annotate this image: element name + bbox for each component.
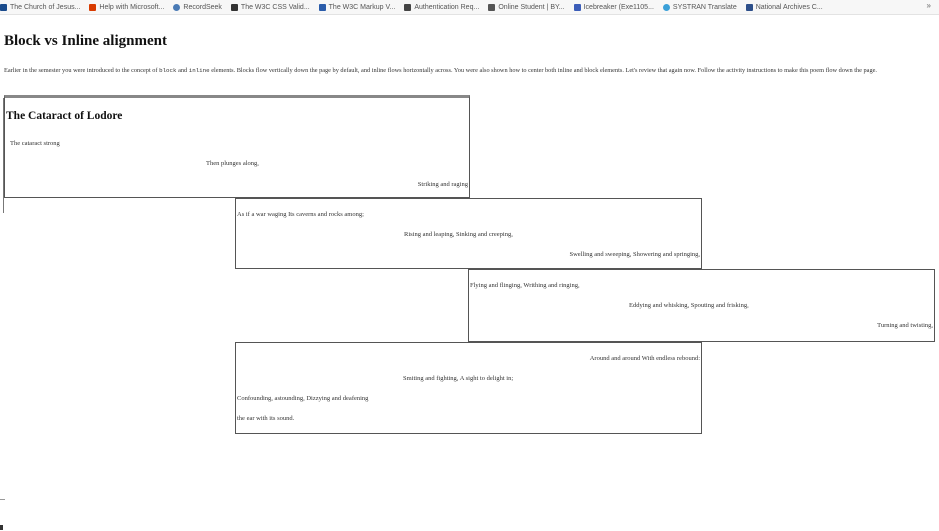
poem-line: Around and around With endless rebound: bbox=[589, 355, 700, 362]
poem-line: Confounding, astounding, Dizzying and de… bbox=[237, 395, 369, 402]
divider bbox=[0, 499, 5, 500]
poem-stanza-2: As if a war waging Its caverns and rocks… bbox=[235, 198, 702, 269]
poem-line: The cataract strong bbox=[10, 140, 60, 147]
intro-text-3: elements. Blocks flow vertically down th… bbox=[209, 67, 877, 74]
more-bookmarks-icon[interactable]: » bbox=[927, 1, 931, 10]
bookmark-authentication[interactable]: Authentication Req... bbox=[404, 3, 479, 11]
page-icon bbox=[404, 3, 412, 11]
poem-stanza-3: Flying and flinging, Writhing and ringin… bbox=[468, 269, 935, 342]
code-block: block bbox=[159, 67, 177, 74]
intro-text-2: and bbox=[176, 67, 189, 74]
poem-line: Swelling and sweeping, Showering and spr… bbox=[569, 251, 700, 258]
w3c-markup-icon bbox=[318, 3, 326, 11]
poem-line: Flying and flinging, Writhing and ringin… bbox=[470, 282, 580, 289]
poem-stanza-4: Around and around With endless rebound: … bbox=[235, 342, 702, 434]
bookmark-microsoft[interactable]: Help with Microsoft... bbox=[89, 3, 164, 11]
bookmark-icebreaker[interactable]: Icebreaker (Exe1105... bbox=[573, 3, 654, 11]
corner-marker bbox=[0, 525, 3, 530]
poem-line: As if a war waging Its caverns and rocks… bbox=[237, 211, 364, 218]
globe-icon bbox=[173, 3, 181, 11]
bookmark-w3c-css[interactable]: The W3C CSS Valid... bbox=[230, 3, 310, 11]
church-icon bbox=[0, 3, 7, 11]
poem-line: Turning and twisting, bbox=[877, 322, 933, 329]
poem-line: the ear with its sound. bbox=[237, 415, 295, 422]
poem-line: Then plunges along, bbox=[206, 160, 259, 167]
bookmark-w3c-markup[interactable]: The W3C Markup V... bbox=[318, 3, 395, 11]
intro-text-1: Earlier in the semester you were introdu… bbox=[4, 67, 160, 74]
poem-line: Eddying and whisking, Spouting and frisk… bbox=[629, 302, 749, 309]
page-title: Block vs Inline alignment bbox=[4, 33, 167, 49]
poem-line: Smiting and fighting, A sight to delight… bbox=[403, 375, 514, 382]
bookmark-systran[interactable]: SYSTRAN Translate bbox=[662, 3, 737, 11]
w3c-icon bbox=[230, 3, 238, 11]
poem-line: Striking and raging bbox=[417, 181, 468, 188]
systran-icon bbox=[662, 3, 670, 11]
bookmarks-bar: The Church of Jesus... Help with Microso… bbox=[0, 0, 939, 15]
office-icon bbox=[89, 3, 97, 11]
poem-title: The Cataract of Lodore bbox=[6, 110, 123, 122]
archives-icon bbox=[745, 3, 753, 11]
code-inline: inline bbox=[188, 67, 210, 74]
bookmark-church[interactable]: The Church of Jesus... bbox=[0, 3, 80, 11]
poem-stanza-1: The Cataract of Lodore The cataract stro… bbox=[4, 95, 470, 198]
bookmark-national-archives[interactable]: National Archives C... bbox=[745, 3, 823, 11]
bookmark-recordseek[interactable]: RecordSeek bbox=[173, 3, 222, 11]
icebreaker-icon bbox=[573, 3, 581, 11]
intro-paragraph: Earlier in the semester you were introdu… bbox=[4, 66, 934, 75]
poem-line: Rising and leaping, Sinking and creeping… bbox=[404, 231, 513, 238]
bookmark-online-student[interactable]: Online Student | BY... bbox=[488, 3, 565, 11]
page-icon bbox=[488, 3, 496, 11]
